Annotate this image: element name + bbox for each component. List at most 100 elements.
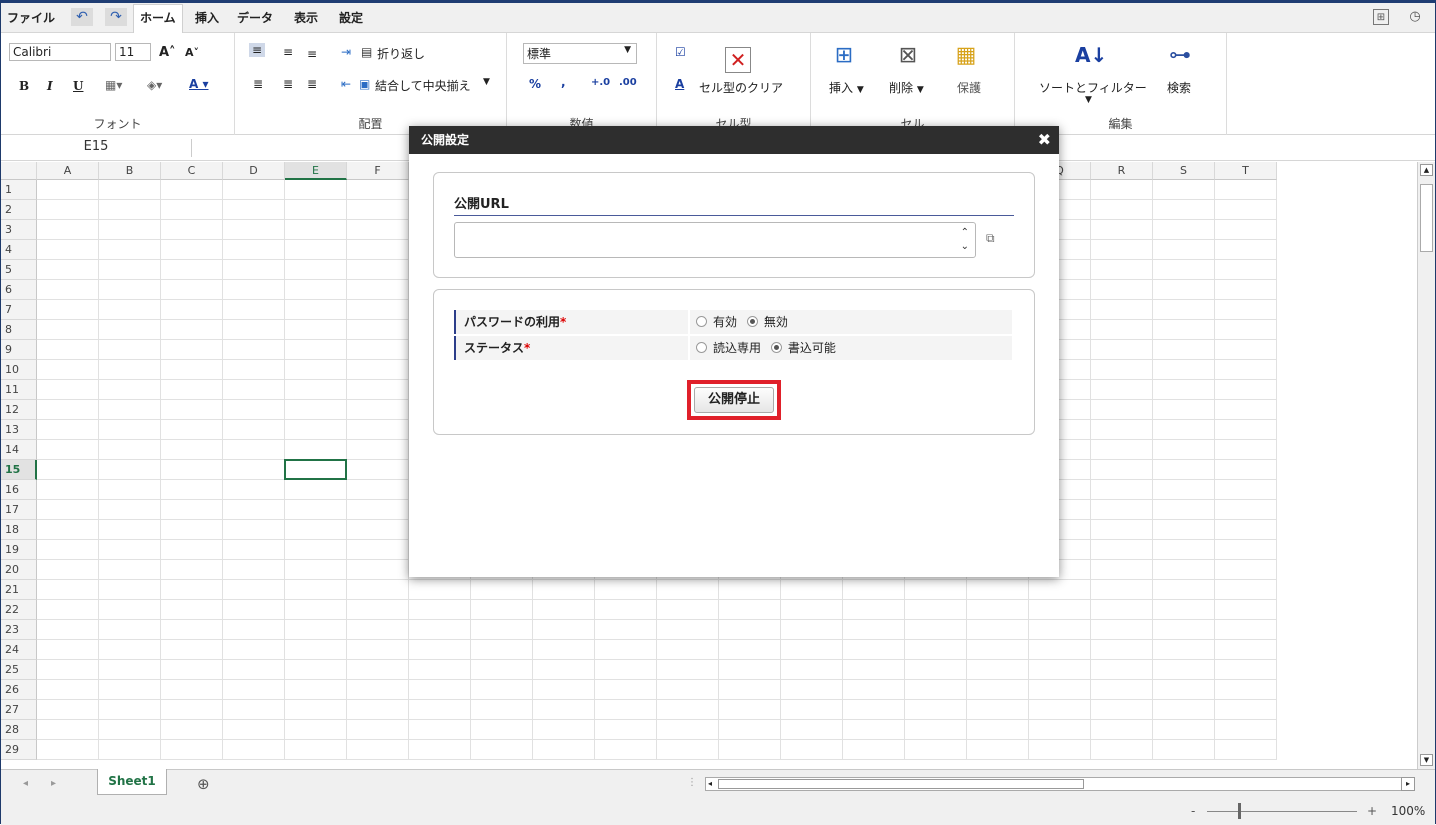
prev-sheet-icon[interactable]: ◂ xyxy=(23,778,28,789)
horizontal-scrollbar[interactable]: ◂ xyxy=(705,777,1405,791)
copy-icon[interactable]: ⧉ xyxy=(986,231,995,246)
comma-button[interactable]: , xyxy=(561,75,566,89)
zoom-slider-handle[interactable] xyxy=(1238,803,1241,819)
column-header[interactable]: D xyxy=(223,162,285,180)
protect-sheet-icon[interactable]: ▦ xyxy=(953,43,979,69)
clock-icon[interactable]: ◷ xyxy=(1407,9,1423,25)
menu-view[interactable]: 表示 xyxy=(294,9,318,26)
scroll-up-icon[interactable]: ▲ xyxy=(1420,164,1433,176)
row-header[interactable]: 13 xyxy=(1,420,37,440)
decrease-decimal-button[interactable]: .00 xyxy=(619,77,637,88)
menu-home[interactable]: ホーム xyxy=(140,9,176,26)
row-header[interactable]: 25 xyxy=(1,660,37,680)
zoom-in-button[interactable]: + xyxy=(1367,804,1377,818)
row-header[interactable]: 19 xyxy=(1,540,37,560)
align-bottom-icon[interactable]: ≡ xyxy=(307,47,317,61)
search-button[interactable]: 検索 xyxy=(1167,79,1191,96)
status-writable-label[interactable]: 書込可能 xyxy=(788,341,836,355)
scroll-down-icon[interactable]: ▼ xyxy=(1420,754,1433,766)
status-writable-radio[interactable] xyxy=(770,342,782,353)
row-header[interactable]: 1 xyxy=(1,180,37,200)
redo-icon[interactable]: ↷ xyxy=(105,8,127,26)
stop-publishing-button[interactable]: 公開停止 xyxy=(694,387,774,413)
row-header[interactable]: 28 xyxy=(1,720,37,740)
align-left-icon[interactable]: ≣ xyxy=(253,77,263,91)
password-enabled-label[interactable]: 有効 xyxy=(713,315,737,329)
clear-format-button[interactable]: セル型のクリア xyxy=(699,79,783,96)
align-right-icon[interactable]: ≣ xyxy=(307,77,317,91)
name-box[interactable]: E15 xyxy=(61,139,131,154)
status-readonly-label[interactable]: 読込専用 xyxy=(713,341,761,355)
undo-icon[interactable]: ↶ xyxy=(71,8,93,26)
vertical-scrollbar[interactable]: ▲ ▼ xyxy=(1417,162,1435,769)
font-color-icon[interactable]: A ▾ xyxy=(189,77,209,91)
align-center-icon[interactable]: ≣ xyxy=(283,77,293,91)
menu-settings[interactable]: 設定 xyxy=(339,9,363,26)
public-url-field[interactable]: ⌃ ⌄ xyxy=(454,222,976,258)
splitter-icon[interactable]: ⋮ xyxy=(687,777,697,788)
row-header[interactable]: 2 xyxy=(1,200,37,220)
insert-cells-button[interactable]: 挿入 ▼ xyxy=(829,79,864,96)
column-header[interactable]: S xyxy=(1153,162,1215,180)
spin-up-icon[interactable]: ⌃ xyxy=(961,226,969,240)
clear-format-icon[interactable]: ✕ xyxy=(725,47,751,73)
row-header[interactable]: 22 xyxy=(1,600,37,620)
zoom-out-button[interactable]: - xyxy=(1191,804,1195,818)
delete-cells-button[interactable]: 削除 ▼ xyxy=(889,79,924,96)
horizontal-scroll-thumb[interactable] xyxy=(718,779,1084,789)
password-disabled-radio[interactable] xyxy=(746,316,758,327)
row-header[interactable]: 18 xyxy=(1,520,37,540)
bold-button[interactable]: B xyxy=(19,79,29,93)
row-header[interactable]: 21 xyxy=(1,580,37,600)
underline-button[interactable]: U xyxy=(73,79,83,93)
row-header[interactable]: 15 xyxy=(1,460,37,480)
row-header[interactable]: 14 xyxy=(1,440,37,460)
row-header[interactable]: 27 xyxy=(1,700,37,720)
wrap-text-button[interactable]: 折り返し xyxy=(377,45,425,62)
row-header[interactable]: 20 xyxy=(1,560,37,580)
spin-down-icon[interactable]: ⌄ xyxy=(961,240,969,254)
row-header[interactable]: 26 xyxy=(1,680,37,700)
row-header[interactable]: 11 xyxy=(1,380,37,400)
close-icon[interactable]: ✖ xyxy=(1038,126,1051,154)
merge-dropdown-icon[interactable]: ▼ xyxy=(483,77,490,87)
add-sheet-icon[interactable]: ⊕ xyxy=(197,775,210,793)
indent-icon[interactable]: ⇥ xyxy=(341,45,351,59)
row-header[interactable]: 29 xyxy=(1,740,37,760)
italic-button[interactable]: I xyxy=(47,79,53,93)
percent-button[interactable]: % xyxy=(529,77,541,91)
protect-button[interactable]: 保護 xyxy=(957,79,981,96)
checkbox-style-icon[interactable]: ☑ xyxy=(675,45,686,59)
increase-decimal-button[interactable]: +.0 xyxy=(591,77,610,88)
menu-insert[interactable]: 挿入 xyxy=(195,9,219,26)
outdent-icon[interactable]: ⇤ xyxy=(341,77,351,91)
scroll-left-icon[interactable]: ◂ xyxy=(708,778,712,790)
insert-cells-icon[interactable]: ⊞ xyxy=(831,43,857,69)
row-header[interactable]: 12 xyxy=(1,400,37,420)
delete-cells-icon[interactable]: ⊠ xyxy=(895,43,921,69)
sheet-tab[interactable]: Sheet1 xyxy=(97,769,167,795)
border-icon[interactable]: ▦▾ xyxy=(105,78,122,92)
shrink-font-icon[interactable]: A˅ xyxy=(185,46,199,59)
text-style-icon[interactable]: A xyxy=(675,77,684,91)
scroll-right-icon[interactable]: ▸ xyxy=(1401,777,1415,791)
row-header[interactable]: 10 xyxy=(1,360,37,380)
column-header[interactable]: R xyxy=(1091,162,1153,180)
chevron-down-icon[interactable]: ▼ xyxy=(1085,95,1092,105)
url-spinner[interactable]: ⌃ ⌄ xyxy=(961,226,969,254)
row-header[interactable]: 5 xyxy=(1,260,37,280)
font-name-box[interactable]: Calibri xyxy=(9,43,111,61)
sort-filter-button[interactable]: ソートとフィルター xyxy=(1039,79,1147,96)
column-header[interactable]: C xyxy=(161,162,223,180)
row-header[interactable]: 16 xyxy=(1,480,37,500)
column-header[interactable]: B xyxy=(99,162,161,180)
selected-cell[interactable] xyxy=(284,459,347,480)
menu-file[interactable]: ファイル xyxy=(7,9,55,26)
row-header[interactable]: 23 xyxy=(1,620,37,640)
column-header[interactable]: E xyxy=(285,162,347,180)
password-disabled-label[interactable]: 無効 xyxy=(764,315,788,329)
column-header[interactable]: A xyxy=(37,162,99,180)
align-middle-icon[interactable]: ≡ xyxy=(283,45,293,59)
row-header[interactable]: 24 xyxy=(1,640,37,660)
font-size-box[interactable]: 11 xyxy=(115,43,151,61)
